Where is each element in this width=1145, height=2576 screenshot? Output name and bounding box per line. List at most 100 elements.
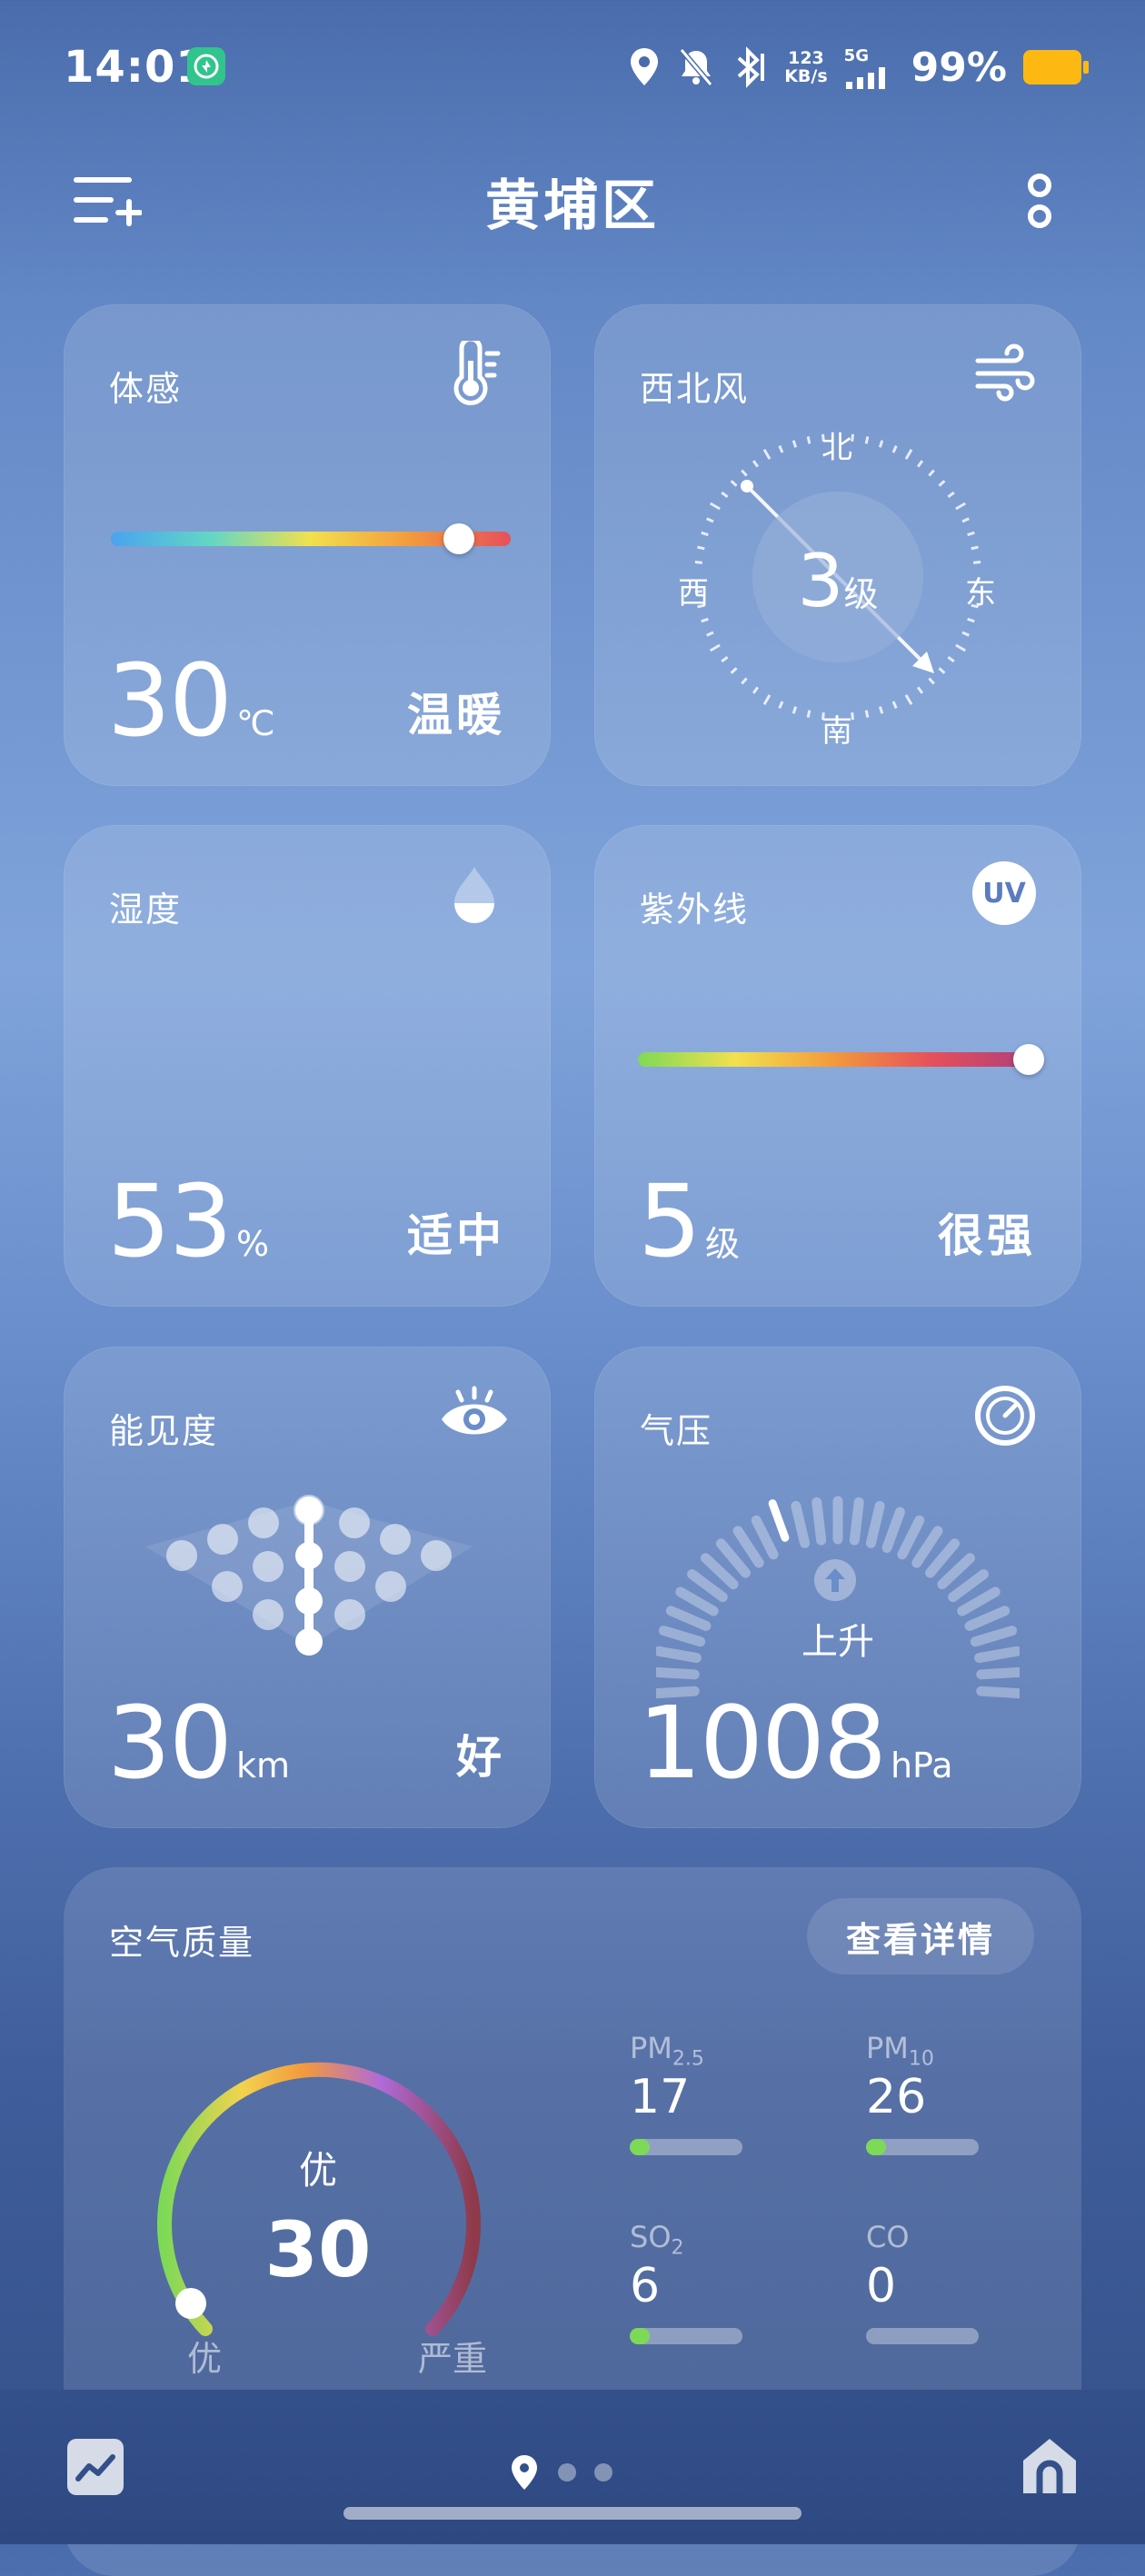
compass-tick: [752, 686, 760, 694]
compass-tick: [806, 710, 811, 718]
humidity-card[interactable]: 湿度 53% 适中: [64, 825, 551, 1307]
pressure-tick: [976, 1666, 1020, 1680]
wind-icon: [972, 341, 1038, 406]
card-title: 体感: [109, 369, 183, 409]
bottom-nav: [0, 2390, 1145, 2544]
compass-tick: [721, 491, 729, 499]
pressure-tick: [715, 1538, 751, 1578]
card-title: 西北风: [640, 369, 750, 409]
pollutant-pm25: PM2.5 17: [630, 2031, 748, 2156]
net-speed: 123 KB/s: [784, 48, 828, 86]
wind-level: 3级: [797, 539, 879, 623]
eye-icon: [438, 1383, 511, 1448]
pressure-value: 1008 hPa: [638, 1685, 953, 1801]
compass-tick: [955, 502, 967, 511]
compass-tick: [916, 460, 924, 468]
air-quality-title: 空气质量: [109, 1923, 255, 1963]
pressure-card[interactable]: 气压 上升 1008 hPa: [594, 1347, 1081, 1828]
pressure-tick: [849, 1497, 864, 1546]
compass-tick: [947, 491, 955, 499]
pressure-tick: [768, 1499, 790, 1542]
status-icons: 123 KB/s 5G 99%: [628, 40, 1089, 94]
compass-tick: [916, 686, 924, 694]
compass-tick: [706, 517, 714, 523]
water-drop-icon: [442, 861, 507, 927]
pressure-tick: [865, 1500, 885, 1548]
wind-card[interactable]: 西北风 3级 北 南 西 东: [594, 304, 1081, 786]
visibility-card[interactable]: 能见度 30 km 好: [64, 1347, 551, 1828]
location-icon: [631, 48, 659, 85]
pressure-tick: [911, 1526, 943, 1568]
compass-tick: [904, 448, 913, 460]
mute-bell-icon: [679, 48, 713, 86]
compass-tick: [697, 545, 705, 551]
compass-tick: [709, 643, 721, 652]
pollutant-name: SO2: [630, 2220, 684, 2260]
compass-tick: [709, 502, 721, 511]
pollutant-pm10: PM10 26: [866, 2031, 984, 2156]
app-notification-icon: [187, 47, 225, 85]
feels-like-marker: [443, 523, 474, 554]
uv-card[interactable]: 紫外线 UV 5级 很强: [594, 825, 1081, 1307]
compass-tick: [961, 517, 970, 523]
compass-tick: [967, 617, 975, 623]
page-dot: [594, 2463, 612, 2482]
compass-tick: [955, 643, 967, 652]
trend-chart-icon[interactable]: [65, 2437, 125, 2501]
pressure-tick: [791, 1500, 811, 1548]
compass-tick: [752, 460, 760, 468]
more-vertical-icon[interactable]: [1021, 171, 1058, 234]
compass-tick: [947, 655, 955, 663]
compass-tick: [778, 445, 784, 453]
aqi-min-label: 优: [187, 2339, 223, 2379]
compass-west: 西: [678, 575, 709, 612]
compass-tick: [762, 694, 772, 706]
page-indicator: [509, 2453, 612, 2491]
pollutant-bar: [630, 2139, 742, 2156]
compass-tick: [792, 706, 798, 714]
humidity-label: 适中: [407, 1209, 505, 1262]
uv-icon: UV: [972, 861, 1038, 927]
compass-tick: [961, 631, 970, 637]
compass-tick: [928, 677, 935, 685]
compass-north: 北: [821, 430, 852, 466]
pressure-tick: [751, 1515, 779, 1560]
compass-tick: [967, 531, 975, 537]
compass-tick: [864, 710, 870, 718]
pollutant-bar: [866, 2328, 979, 2345]
aqi-value: 30: [264, 2205, 372, 2294]
uv-label: 很强: [938, 1209, 1036, 1262]
aqi-gauge: [157, 2062, 481, 2336]
compass-tick: [778, 701, 784, 709]
home-icon[interactable]: [1020, 2435, 1080, 2501]
pressure-tick: [937, 1553, 975, 1590]
card-title: 气压: [640, 1411, 713, 1451]
card-title: 紫外线: [640, 890, 750, 930]
compass-tick: [730, 480, 738, 487]
page-title: 黄埔区: [485, 174, 660, 238]
visibility-value: 30 km: [107, 1685, 291, 1801]
pressure-tick: [925, 1538, 961, 1578]
battery-percent: 99%: [911, 44, 1007, 91]
compass-tick: [878, 706, 884, 714]
compass-tick: [701, 531, 709, 537]
view-details-button[interactable]: 查看详情: [807, 1898, 1034, 1974]
compass-tick: [891, 701, 898, 709]
battery-icon: [1023, 50, 1089, 85]
pollutant-bar: [866, 2139, 979, 2156]
gauge-icon: [972, 1383, 1038, 1448]
home-gesture-bar[interactable]: [344, 2507, 802, 2520]
pressure-tick: [897, 1515, 925, 1560]
compass-tick: [706, 631, 714, 637]
compass-tick: [938, 667, 946, 674]
pollutant-name: CO: [866, 2220, 910, 2254]
thermometer-icon: [442, 336, 507, 406]
status-bar: 14:01 123 KB/s 5G 99%: [0, 0, 1145, 136]
pressure-tick: [957, 1586, 1001, 1616]
pressure-tick: [687, 1569, 728, 1603]
compass-tick: [878, 440, 884, 448]
compass-tick: [806, 436, 811, 444]
pollutant-value: 6: [630, 2259, 661, 2314]
feels-like-card[interactable]: 体感 30 ℃ 温暖: [64, 304, 551, 786]
compass-tick: [701, 617, 709, 623]
